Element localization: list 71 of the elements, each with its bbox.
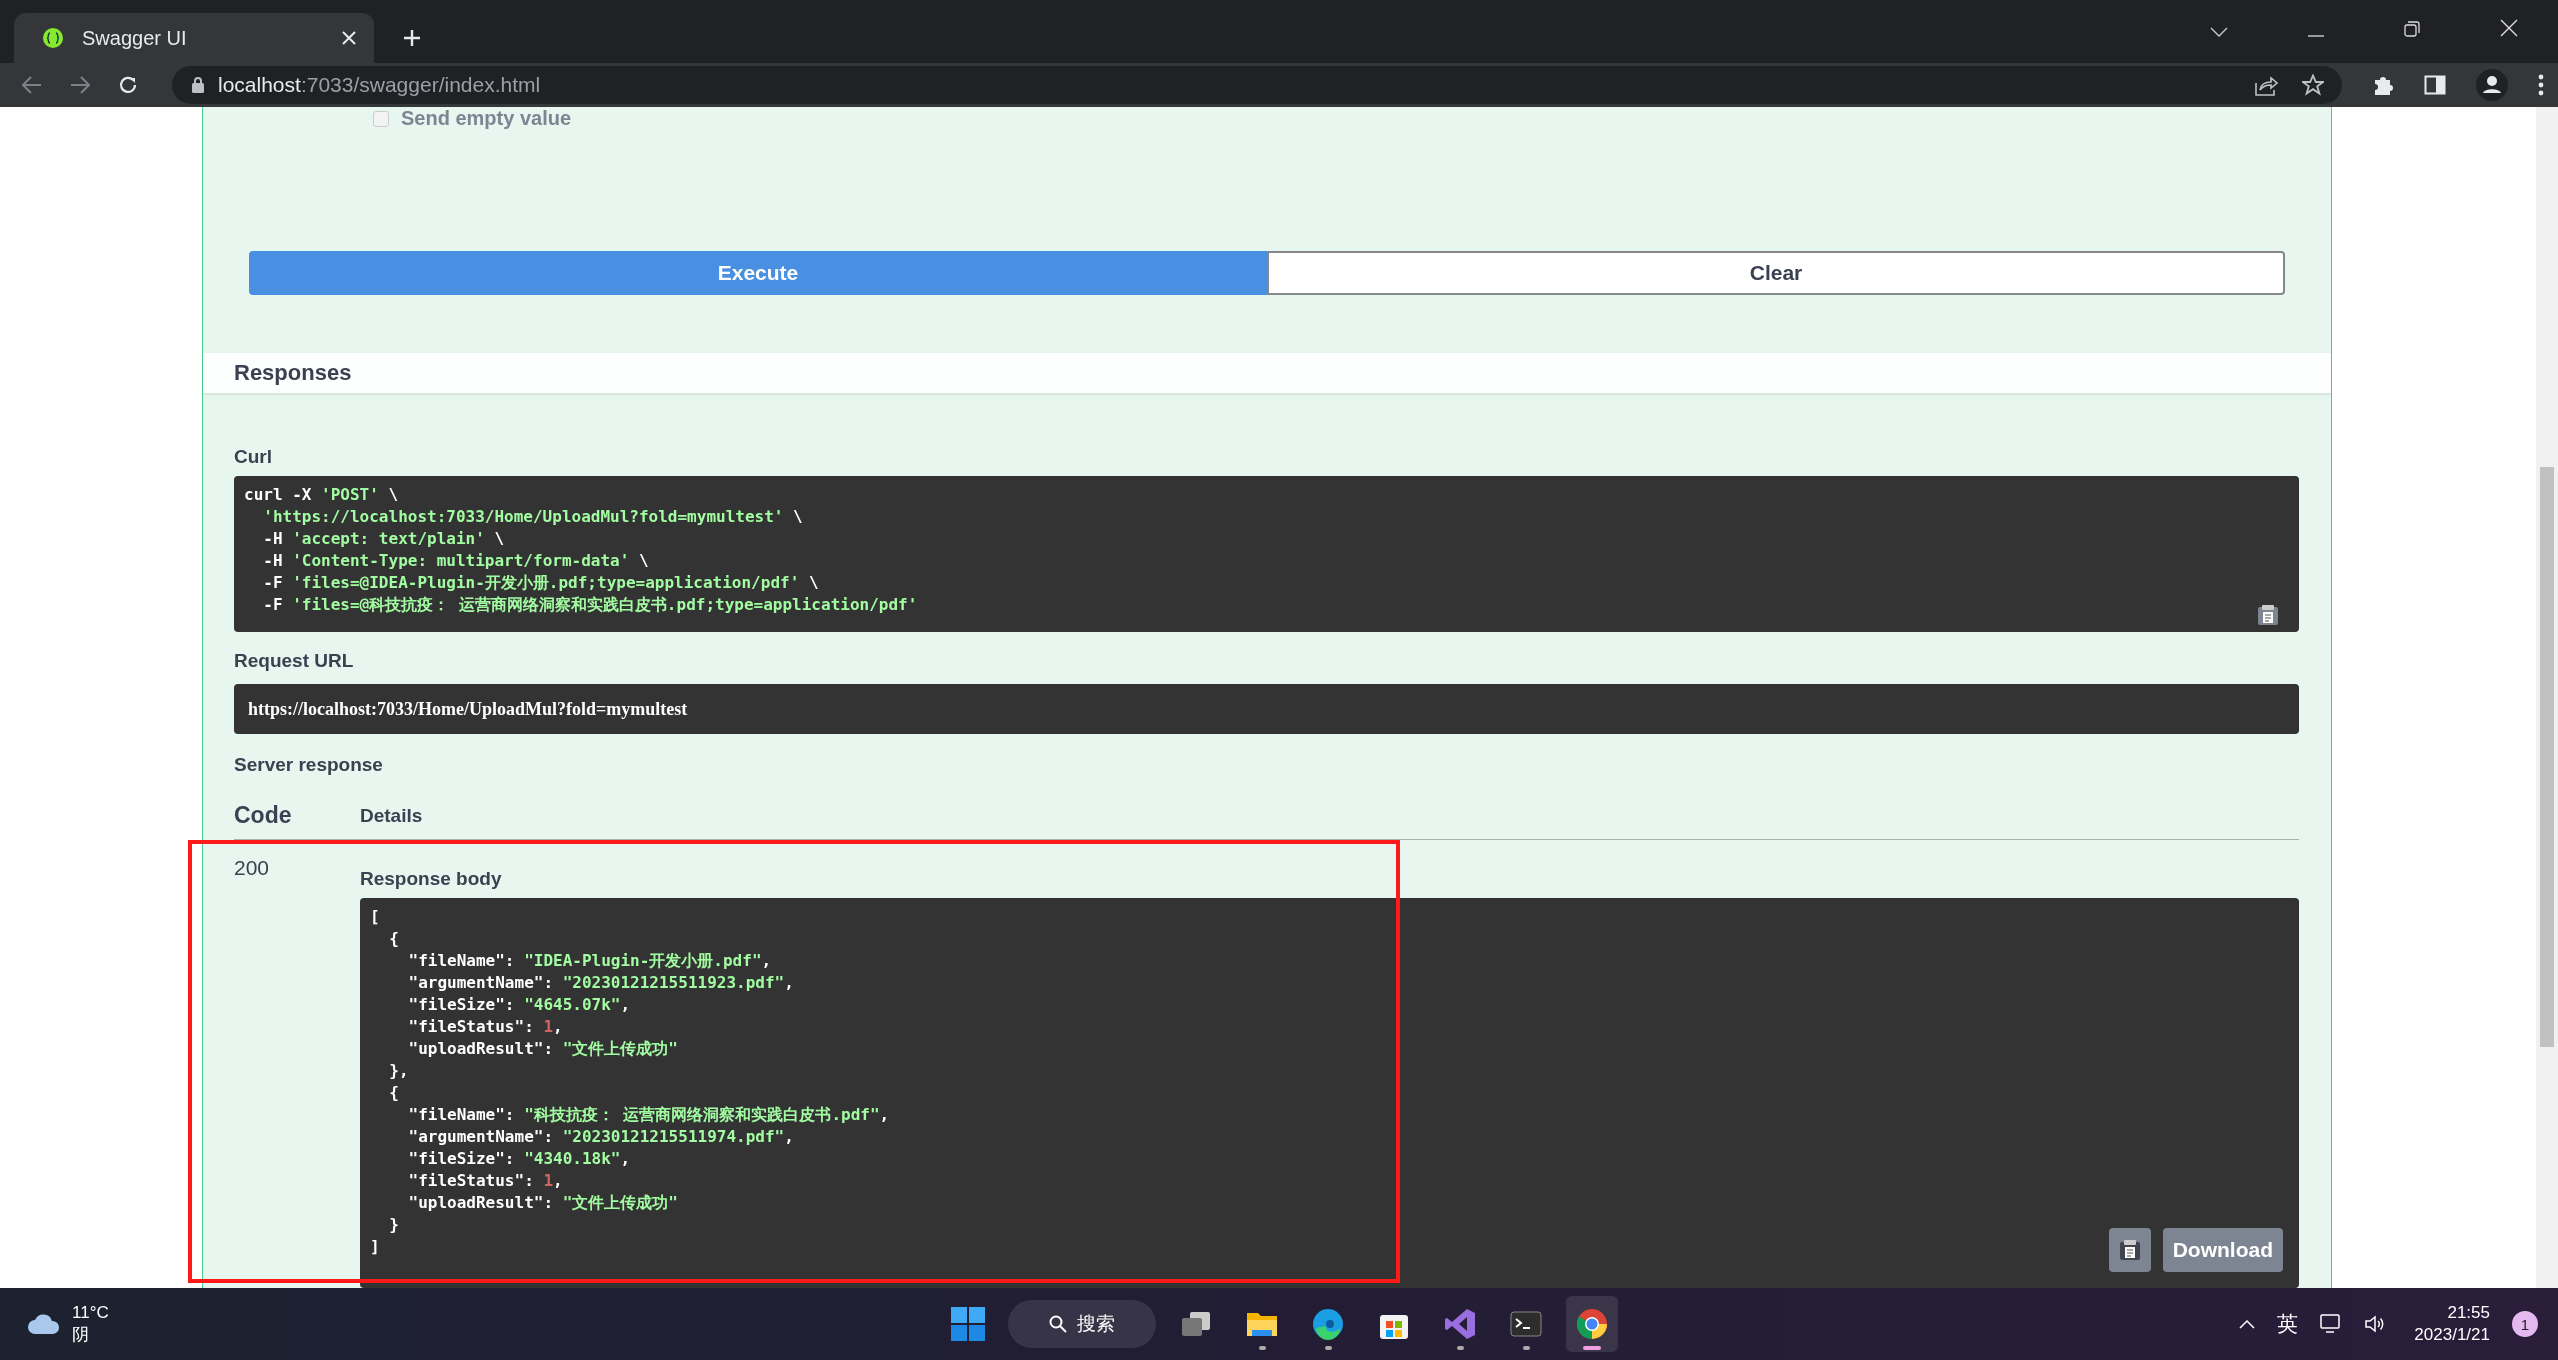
- code-line: "argumentName": "20230121215511974.pdf",: [407, 1126, 794, 1148]
- code-line: "fileName": "科技抗疫： 运营商网络洞察和实践白皮书.pdf",: [407, 1104, 890, 1126]
- more-vertical-icon[interactable]: [2538, 74, 2544, 96]
- network-monitor-icon[interactable]: [2320, 1314, 2343, 1334]
- copy-to-clipboard-icon[interactable]: [2257, 604, 2279, 626]
- code-line: }: [388, 1214, 399, 1236]
- checkbox-label: Send empty value: [401, 107, 572, 130]
- code-line: -F 'files=@科技抗疫： 运营商网络洞察和实践白皮书.pdf;type=application/pdf': [262, 594, 918, 616]
- back-arrow-icon[interactable]: [22, 76, 42, 94]
- code-line: "fileStatus": 1,: [407, 1170, 563, 1192]
- field-label: Server response: [234, 754, 383, 776]
- code-line: "fileName": "IDEA-Plugin-开发小册.pdf",: [407, 950, 772, 972]
- code-line: curl -X 'POST' \: [244, 484, 399, 506]
- forward-arrow-icon[interactable]: [70, 76, 90, 94]
- code-line: [: [370, 906, 380, 928]
- code-line: },: [388, 1060, 409, 1082]
- reload-icon[interactable]: [118, 75, 138, 95]
- section-title: Responses: [234, 360, 352, 386]
- checkbox[interactable]: [373, 110, 389, 127]
- chevron-up-icon[interactable]: [2239, 1319, 2256, 1329]
- code-line: -H 'accept: text/plain' \: [262, 528, 505, 550]
- input-method-indicator[interactable]: 英: [2277, 1310, 2299, 1338]
- download-button[interactable]: Download: [2162, 1228, 2283, 1272]
- column-header: Details: [360, 804, 423, 828]
- braces-logo-icon: [42, 27, 64, 49]
- restore-icon[interactable]: [2404, 21, 2420, 37]
- scrollbar-thumb[interactable]: [2540, 467, 2554, 1047]
- field-label: Response body: [360, 868, 503, 890]
- code-line: "fileSize": "4340.18k",: [407, 1148, 631, 1170]
- code-line: -F 'files=@IDEA-Plugin-开发小册.pdf;type=application/pdf' \: [262, 572, 819, 594]
- star-icon[interactable]: [2302, 74, 2324, 96]
- code-line: "fileStatus": 1,: [407, 1016, 563, 1038]
- plus-icon[interactable]: [402, 28, 422, 48]
- close-icon[interactable]: [342, 31, 356, 45]
- code-line: 'https://localhost:7033/Home/UploadMul?fold=mymultest' \: [262, 506, 803, 528]
- clock-date[interactable]: 2023/1/21: [2414, 1324, 2490, 1346]
- status-code: 200: [234, 856, 271, 881]
- tab-title: Swagger UI: [82, 26, 188, 50]
- profile-avatar-icon[interactable]: [2476, 69, 2508, 101]
- puzzle-piece-icon[interactable]: [2372, 74, 2394, 96]
- chrome-app-icon[interactable]: [1566, 1296, 1618, 1352]
- copy-button[interactable]: [2108, 1228, 2151, 1272]
- code-line: "uploadResult": "文件上传成功": [407, 1038, 678, 1060]
- code-line: "uploadResult": "文件上传成功": [407, 1192, 678, 1214]
- code-line: "argumentName": "20230121215511923.pdf",: [407, 972, 794, 994]
- address-bar[interactable]: localhost:7033/swagger/index.html: [172, 66, 2342, 104]
- clear-button[interactable]: Clear: [1267, 251, 2285, 295]
- notification-badge[interactable]: 1: [2512, 1311, 2538, 1337]
- request-url-text: https://localhost:7033/Home/UploadMul?fold=mymultest: [248, 698, 688, 720]
- code-line: ]: [370, 1236, 380, 1258]
- url-text: localhost:7033/swagger/index.html: [218, 73, 541, 97]
- share-icon[interactable]: [2254, 74, 2278, 96]
- search-icon: [1049, 1315, 1067, 1333]
- clock-time[interactable]: 21:55: [2447, 1302, 2490, 1324]
- column-header: Code: [234, 802, 293, 829]
- code-line: -H 'Content-Type: multipart/form-data' \: [262, 550, 649, 572]
- chevron-down-icon[interactable]: [2210, 27, 2228, 37]
- code-line: {: [388, 1082, 399, 1104]
- code-line: {: [388, 928, 399, 950]
- field-label: Curl: [234, 446, 272, 468]
- field-label: Request URL: [234, 650, 354, 672]
- code-line: "fileSize": "4645.07k",: [407, 994, 631, 1016]
- close-icon[interactable]: [2500, 19, 2518, 37]
- browser-tab[interactable]: Swagger UI: [14, 13, 374, 63]
- clipboard-icon: [2118, 1239, 2141, 1261]
- cloud-icon: [26, 1312, 62, 1336]
- temperature-text: 11°C: [72, 1302, 109, 1324]
- side-panel-icon[interactable]: [2424, 75, 2446, 95]
- lock-icon: [192, 77, 204, 93]
- taskbar-search[interactable]: 搜索: [1008, 1300, 1156, 1348]
- weather-condition: 阴: [72, 1324, 90, 1346]
